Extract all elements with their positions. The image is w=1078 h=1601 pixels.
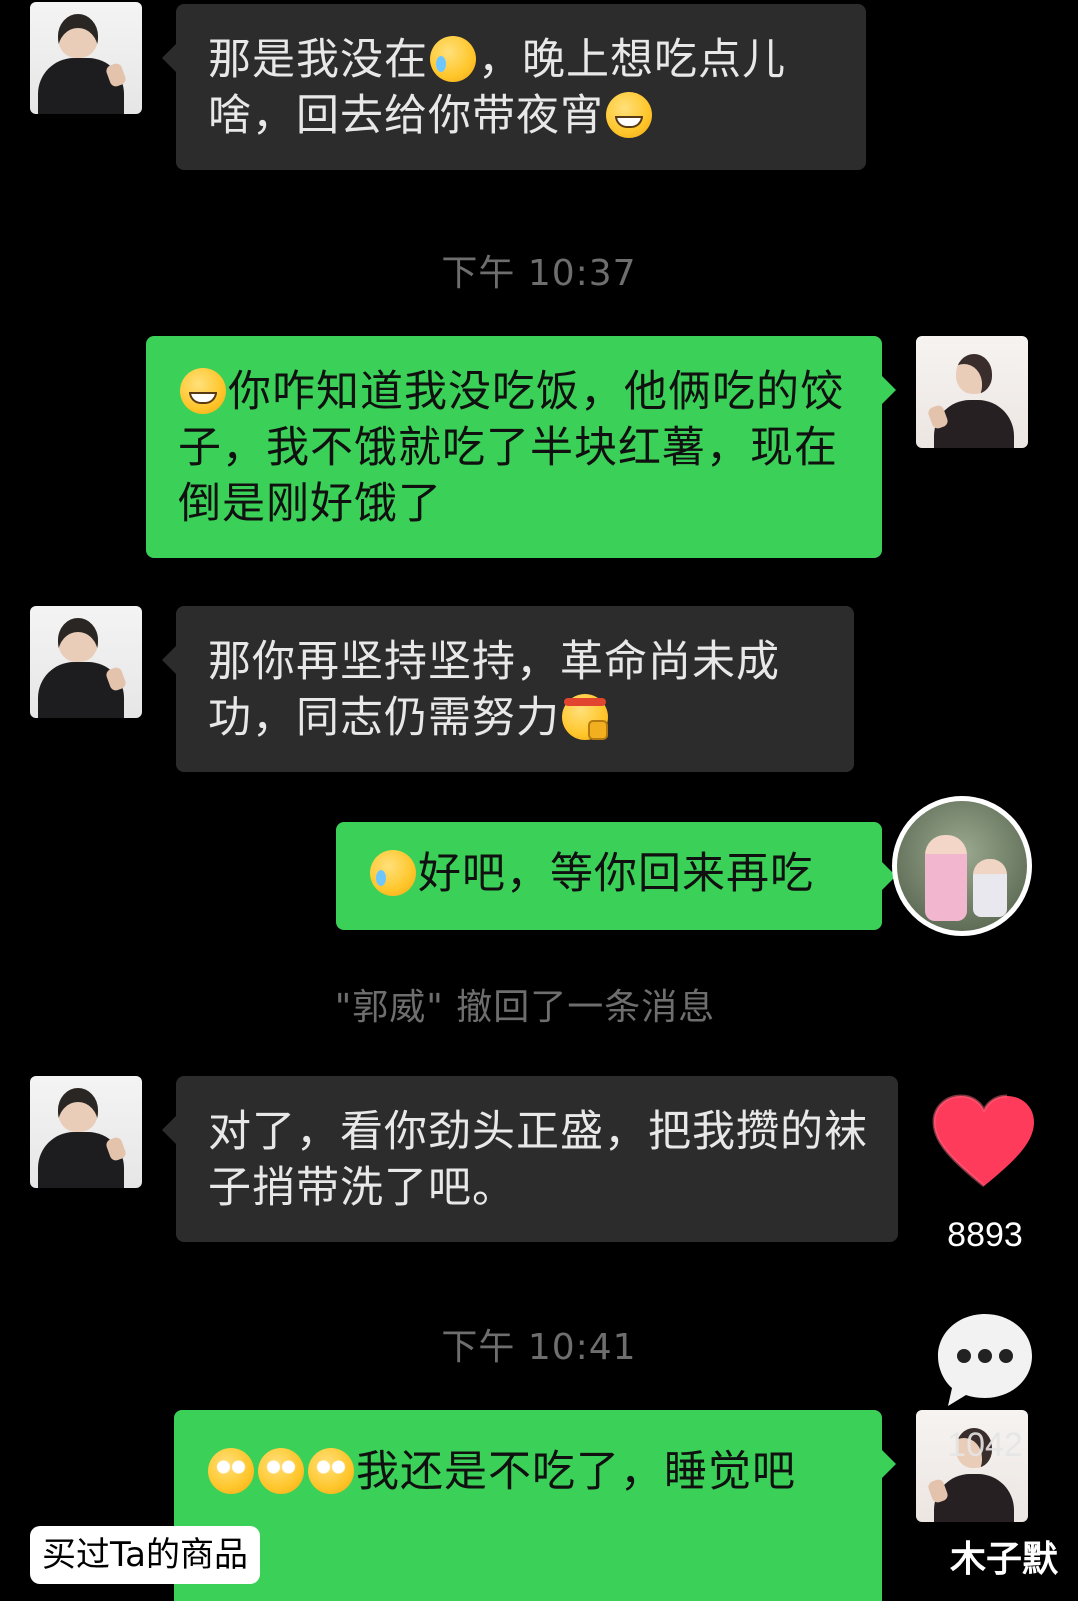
comment-count: 1042 bbox=[947, 1426, 1023, 1464]
message-bubble-received[interactable]: 对了，看你劲头正盛，把我攒的袜子捎带洗了吧。 bbox=[162, 1076, 898, 1242]
my-avatar[interactable] bbox=[916, 336, 1028, 448]
message-text: 好吧，等你回来再吃 bbox=[418, 849, 814, 899]
contact-avatar[interactable] bbox=[30, 1076, 142, 1188]
message-bubble-sent[interactable]: 你咋知道我没吃饭，他俩吃的饺子，我不饿就吃了半块红薯，现在倒是刚好饿了 bbox=[146, 336, 896, 558]
message-text: 对了，看你劲头正盛，把我攒的袜子捎带洗了吧。 bbox=[208, 1107, 868, 1213]
message-bubble-sent[interactable]: 好吧，等你回来再吃 bbox=[336, 822, 896, 930]
eye-roll-emoji-icon bbox=[308, 1448, 354, 1494]
eye-roll-emoji-icon bbox=[258, 1448, 304, 1494]
message-bubble-received[interactable]: 那是我没在 ，晚上想吃点儿啥，回去给你带夜宵 bbox=[162, 4, 866, 170]
my-avatar[interactable] bbox=[892, 796, 1032, 936]
grinning-emoji-icon bbox=[606, 92, 652, 138]
message-text: 那是我没在 bbox=[208, 35, 428, 85]
fighting-emoji-icon bbox=[562, 694, 608, 740]
message-bubble-sent[interactable]: 我还是不吃了，睡觉吧 bbox=[174, 1410, 896, 1601]
contact-avatar[interactable] bbox=[30, 2, 142, 114]
message-text: 我还是不吃了，睡觉吧 bbox=[356, 1447, 796, 1497]
like-count: 8893 bbox=[947, 1216, 1023, 1254]
recall-notice: "郭威" 撤回了一条消息 bbox=[334, 987, 716, 1028]
crying-laughing-emoji-icon bbox=[430, 36, 476, 82]
crying-laughing-emoji-icon bbox=[370, 850, 416, 896]
eye-roll-emoji-icon bbox=[208, 1448, 254, 1494]
timestamp: 下午 10:41 bbox=[441, 1327, 637, 1368]
message-text: 那你再坚持坚持，革命尚未成功，同志仍需努力 bbox=[208, 637, 780, 743]
message-text: 你咋知道我没吃饭，他俩吃的饺子，我不饿就吃了半块红薯，现在倒是刚好饿了 bbox=[178, 367, 844, 529]
purchased-products-button[interactable]: 买过Ta的商品 bbox=[30, 1526, 260, 1584]
comment-icon[interactable] bbox=[934, 1310, 1036, 1410]
heart-icon[interactable] bbox=[932, 1094, 1036, 1190]
grinning-emoji-icon bbox=[180, 368, 226, 414]
chat-screen: 那是我没在 ，晚上想吃点儿啥，回去给你带夜宵 下午 10:37 你咋知道我没吃饭，… bbox=[0, 0, 1078, 1601]
watermark: 木子默 bbox=[949, 1539, 1058, 1580]
contact-avatar[interactable] bbox=[30, 606, 142, 718]
timestamp: 下午 10:37 bbox=[441, 253, 637, 294]
message-bubble-received[interactable]: 那你再坚持坚持，革命尚未成功，同志仍需努力 bbox=[162, 606, 854, 772]
